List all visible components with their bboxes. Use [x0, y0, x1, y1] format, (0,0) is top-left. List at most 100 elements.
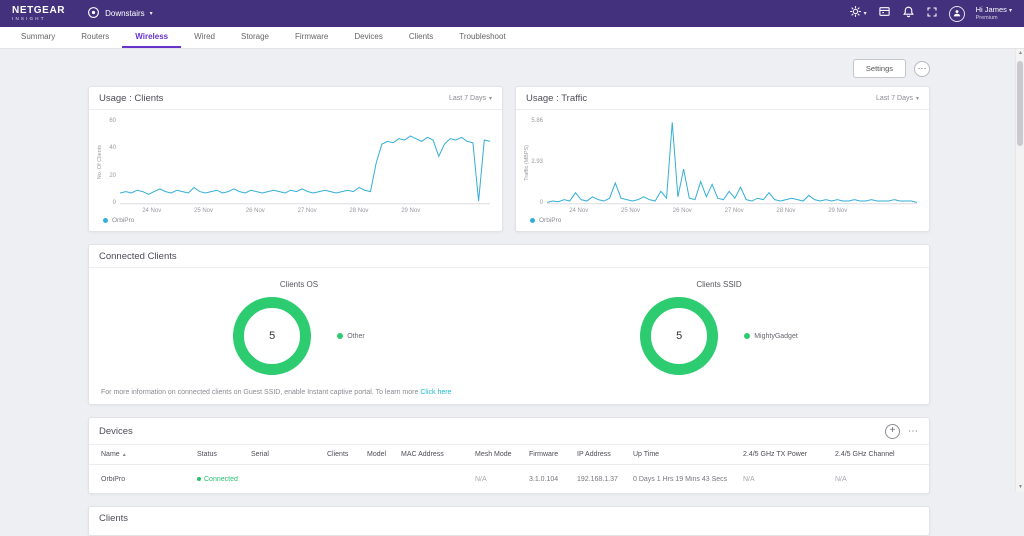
- location-selector[interactable]: Downstairs ▾: [87, 6, 153, 21]
- ellipsis-icon[interactable]: ⋯: [908, 426, 919, 437]
- notifications-button[interactable]: [902, 5, 915, 23]
- y-tick: 0: [540, 200, 543, 206]
- fullscreen-button[interactable]: [926, 5, 938, 23]
- card-title: Usage : Traffic: [526, 93, 587, 104]
- user-name: Hi James ▾: [976, 6, 1012, 14]
- legend-label: Other: [347, 333, 365, 340]
- scrollbar-thumb[interactable]: [1017, 61, 1023, 146]
- y-tick: 60: [109, 118, 116, 124]
- y-axis-label: Traffic (MBPS): [524, 145, 530, 181]
- table-cell: Connected: [197, 476, 251, 483]
- x-axis: 24 Nov25 Nov26 Nov27 Nov28 Nov29 Nov: [547, 206, 917, 217]
- x-tick: 26 Nov: [673, 208, 692, 214]
- user-menu[interactable]: Hi James ▾ Premium: [976, 6, 1012, 22]
- y-tick: 0: [113, 200, 116, 206]
- donut-legend: MightyGadget: [744, 333, 798, 340]
- scrollbar[interactable]: ▲ ▼: [1015, 49, 1024, 492]
- devices-card: Devices + ⋯ Name▲StatusSerialClientsMode…: [88, 417, 930, 494]
- series-line: [547, 122, 917, 202]
- table-cell[interactable]: OrbiPro: [101, 476, 197, 483]
- column-header[interactable]: Serial: [251, 451, 327, 458]
- line-chart: [547, 118, 917, 206]
- tab-summary[interactable]: Summary: [8, 27, 68, 48]
- x-tick: 25 Nov: [194, 208, 213, 214]
- tab-troubleshoot[interactable]: Troubleshoot: [446, 27, 518, 48]
- topbar: NETGEAR INSIGHT Downstairs ▾ ▾: [0, 0, 1024, 27]
- column-header[interactable]: Status: [197, 451, 251, 458]
- legend-label: OrbiPro: [112, 217, 134, 224]
- table-cell: N/A: [475, 476, 529, 483]
- column-header[interactable]: Firmware: [529, 451, 577, 458]
- column-header[interactable]: Model: [367, 451, 401, 458]
- x-tick: 25 Nov: [621, 208, 640, 214]
- guest-ssid-note: For more information on connected client…: [89, 377, 929, 404]
- y-axis: 5.86 2.93 0: [530, 118, 547, 217]
- table-cell: N/A: [835, 476, 917, 483]
- column-header[interactable]: MAC Address: [401, 451, 475, 458]
- avatar[interactable]: [949, 6, 965, 22]
- site-icon: [87, 6, 100, 21]
- donut-legend: Other: [337, 333, 365, 340]
- column-header[interactable]: Mesh Mode: [475, 451, 529, 458]
- click-here-link[interactable]: Click here: [420, 389, 451, 396]
- range-label: Last 7 Days: [449, 95, 486, 102]
- x-tick: 27 Nov: [725, 208, 744, 214]
- column-header[interactable]: Up Time: [633, 451, 743, 458]
- card-title: Connected Clients: [99, 251, 177, 262]
- column-header[interactable]: Clients: [327, 451, 367, 458]
- x-tick: 24 Nov: [142, 208, 161, 214]
- legend-label: OrbiPro: [539, 217, 561, 224]
- y-tick: 5.86: [531, 118, 543, 124]
- tab-firmware[interactable]: Firmware: [282, 27, 341, 48]
- brand-sub: INSIGHT: [12, 16, 65, 22]
- devices-row[interactable]: OrbiProConnectedN/A3.1.0.104192.168.1.37…: [89, 465, 929, 493]
- x-tick: 29 Nov: [401, 208, 420, 214]
- x-tick: 28 Nov: [776, 208, 795, 214]
- column-header[interactable]: 2.4/5 GHz Channel: [835, 451, 917, 458]
- clients-card: Clients: [88, 506, 930, 536]
- column-header[interactable]: IP Address: [577, 451, 633, 458]
- y-tick: 2.93: [531, 159, 543, 165]
- tab-routers[interactable]: Routers: [68, 27, 122, 48]
- tab-wireless[interactable]: Wireless: [122, 27, 181, 48]
- column-header[interactable]: 2.4/5 GHz TX Power: [743, 451, 835, 458]
- tab-storage[interactable]: Storage: [228, 27, 282, 48]
- y-tick: 20: [109, 173, 116, 179]
- usage-traffic-card: Usage : Traffic Last 7 Days ▾ Traffic (M…: [515, 86, 930, 232]
- sort-asc-icon: ▲: [122, 452, 127, 458]
- organization-button[interactable]: [878, 5, 891, 23]
- fullscreen-icon: [926, 5, 938, 23]
- legend-dot: [744, 333, 750, 339]
- status-dot: [197, 477, 201, 481]
- tab-devices[interactable]: Devices: [341, 27, 395, 48]
- scroll-down-arrow[interactable]: ▼: [1016, 483, 1024, 492]
- brand-name: NETGEAR: [12, 6, 65, 16]
- series-line: [120, 136, 490, 201]
- card-title: Devices: [99, 426, 133, 437]
- x-tick: 29 Nov: [828, 208, 847, 214]
- settings-menu-button[interactable]: ▾: [849, 5, 867, 23]
- range-selector[interactable]: Last 7 Days ▾: [876, 95, 919, 102]
- settings-button[interactable]: Settings: [853, 59, 906, 78]
- range-selector[interactable]: Last 7 Days ▾: [449, 95, 492, 102]
- scroll-up-arrow[interactable]: ▲: [1016, 49, 1024, 58]
- more-options-button[interactable]: ⋯: [914, 61, 930, 77]
- column-header[interactable]: Name▲: [101, 451, 197, 458]
- location-label: Downstairs: [105, 9, 145, 18]
- tab-clients[interactable]: Clients: [396, 27, 446, 48]
- tab-wired[interactable]: Wired: [181, 27, 228, 48]
- legend-dot: [103, 218, 108, 223]
- chevron-down-icon: ▾: [916, 96, 919, 102]
- page-toolbar: Settings ⋯: [88, 59, 930, 78]
- x-tick: 26 Nov: [246, 208, 265, 214]
- connected-clients-card: Connected Clients Clients OS 5 Other Cli…: [88, 244, 930, 405]
- y-tick: 40: [109, 145, 116, 151]
- range-label: Last 7 Days: [876, 95, 913, 102]
- organization-icon: [878, 5, 891, 23]
- card-title: Clients: [99, 513, 128, 524]
- x-axis: 24 Nov25 Nov26 Nov27 Nov28 Nov29 Nov: [120, 206, 490, 217]
- usage-clients-card: Usage : Clients Last 7 Days ▾ No. Of Cli…: [88, 86, 503, 232]
- add-device-button[interactable]: +: [885, 424, 900, 439]
- y-axis-label: No. Of Clients: [97, 145, 103, 179]
- chevron-down-icon: ▾: [864, 11, 867, 17]
